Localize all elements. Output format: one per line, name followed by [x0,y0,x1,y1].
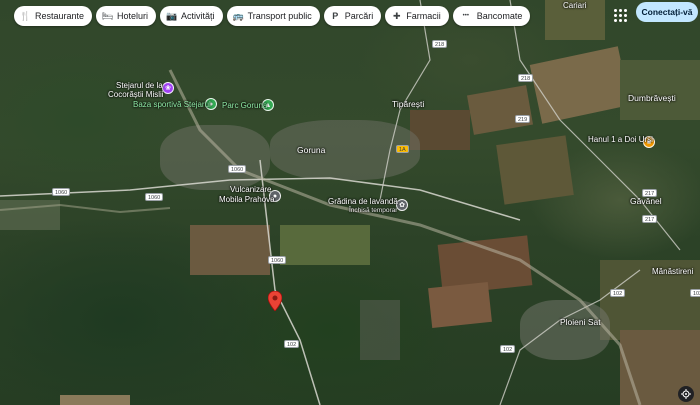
category-chip-bar: 🍴 Restaurante 🛏 Hoteluri 📷 Activități 🚌 Tran… [14,6,531,26]
location-marker-icon[interactable] [268,291,282,311]
place-label[interactable]: Dumbrăvești [628,93,676,103]
camera-icon: 📷 [165,10,178,21]
road-number: 217 [642,215,658,223]
chip-transit[interactable]: 🚌 Transport public [226,6,320,26]
place-label[interactable]: Parc Goruna [222,101,267,111]
road-number: 1060 [228,165,247,173]
place-status: Închisă temporar [349,207,398,214]
fork-knife-icon: 🍴 [19,10,32,21]
pharmacy-icon: ✚ [393,10,401,21]
bed-icon: 🛏 [101,10,114,21]
place-label[interactable]: Baza sportivă Stejarul [133,100,211,110]
road-number: 218 [432,40,448,48]
place-label[interactable]: Goruna [297,145,325,155]
place-label[interactable]: Mănăstireni [652,267,693,277]
chip-pharmacies[interactable]: ✚ Farmacii [385,6,449,26]
place-label[interactable]: Hanul 1 a Doi Ursi [588,135,653,145]
road-number: 102 [284,340,300,348]
satellite-map[interactable]: 218 218 219 1A 1060 1060 1060 217 217 10… [0,0,700,405]
chip-restaurants[interactable]: 🍴 Restaurante [14,6,93,26]
road-number: 219 [515,115,531,123]
bus-icon: 🚌 [232,10,244,21]
sign-in-button[interactable]: Conectați-vă [636,2,698,22]
river [168,69,642,405]
road-number: 1060 [268,256,287,264]
crosshair-icon [681,389,691,399]
road-number: 1060 [52,188,71,196]
chip-activities[interactable]: 📷 Activități [160,6,223,26]
place-label[interactable]: Cocorăștii Mislii [108,90,164,100]
road-number: 102 [690,289,700,297]
atm-icon: ••• [462,13,469,19]
road [509,0,681,251]
place-label[interactable]: Cariari [563,1,587,11]
chip-atms[interactable]: ••• Bancomate [452,6,531,26]
place-label[interactable]: Grădina de lavandă [328,197,398,207]
chip-hotels[interactable]: 🛏 Hoteluri [96,6,157,26]
place-label[interactable]: Mobila Prahova [219,195,275,205]
place-label[interactable]: Găvănel [630,196,662,206]
road-number: 102 [500,345,516,353]
chip-parking[interactable]: P Parcări [323,6,382,26]
road-number: 1060 [145,193,164,201]
my-location-button[interactable] [678,386,694,402]
road-number: 218 [518,74,534,82]
place-label[interactable]: Vulcanizare [230,185,272,195]
road-number: 1A [396,145,409,153]
google-apps-icon[interactable] [612,7,628,23]
river [0,203,171,214]
road-number: 102 [610,289,626,297]
place-label[interactable]: Ploieni Sat [560,317,601,327]
parking-icon: P [332,11,339,21]
place-label[interactable]: Tipărești [392,99,424,109]
